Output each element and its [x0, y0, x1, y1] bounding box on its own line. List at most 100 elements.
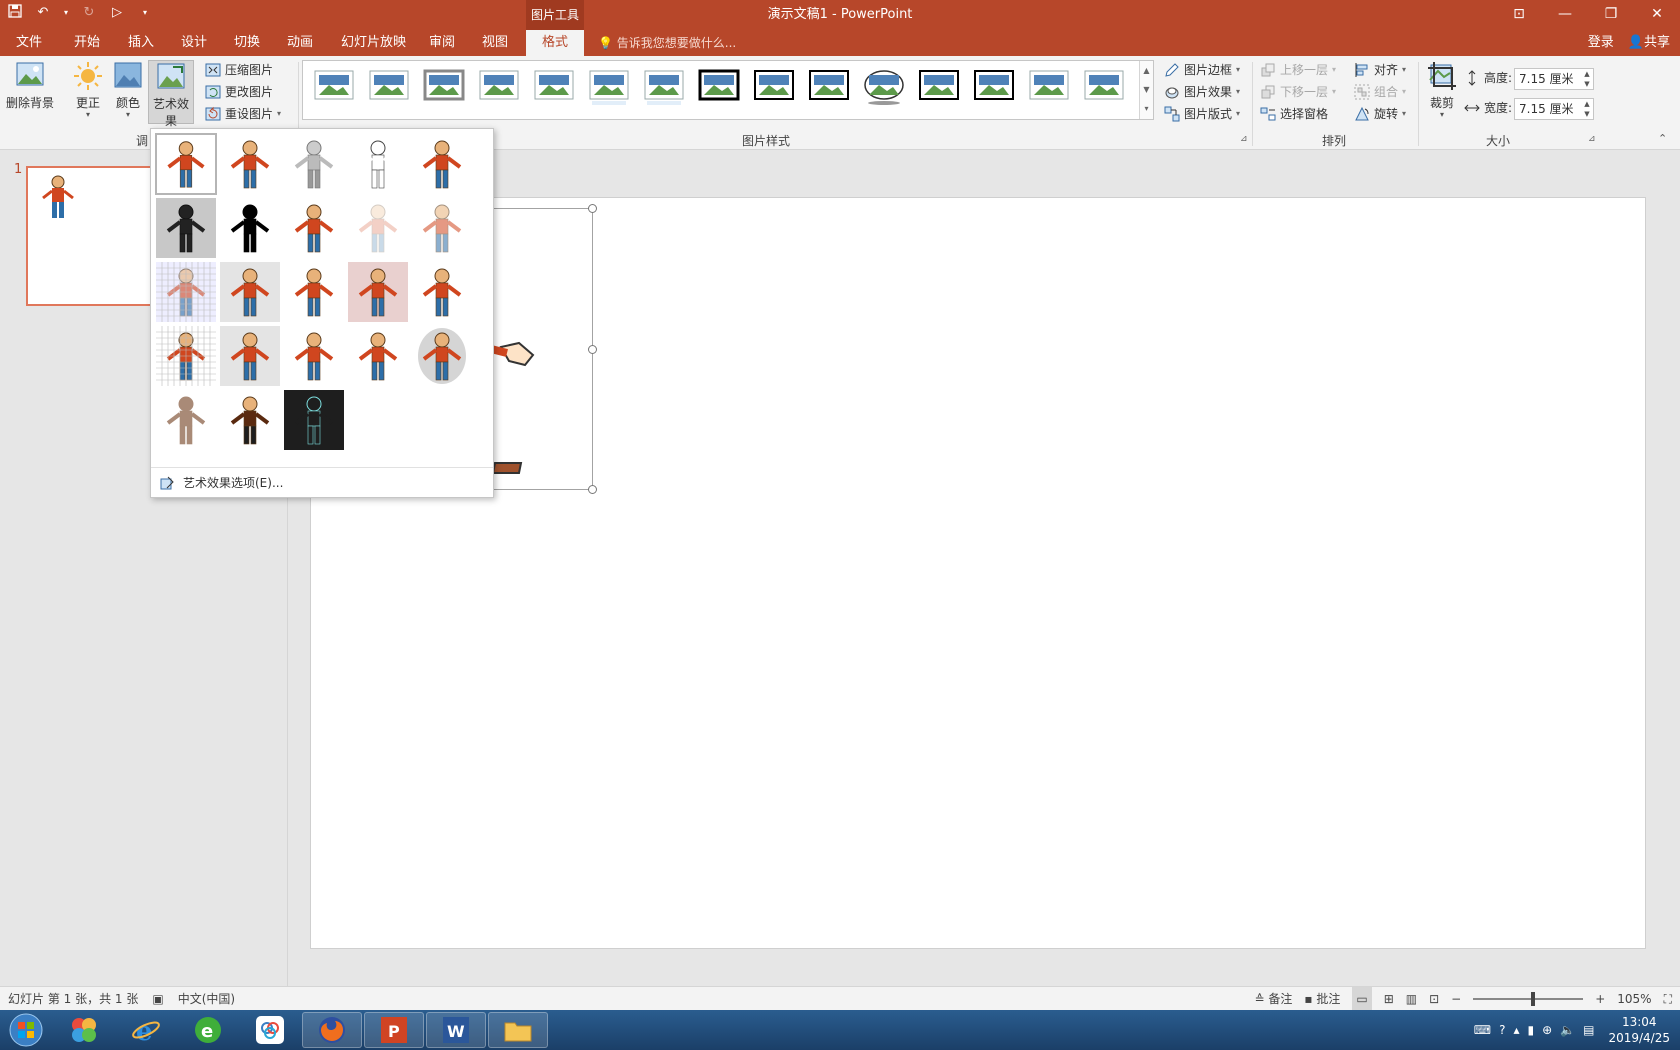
restore-button[interactable]: ❐ [1588, 0, 1634, 30]
artistic-effect-option[interactable] [411, 261, 473, 323]
artistic-effect-option[interactable] [155, 325, 217, 387]
taskbar-app-internet-explorer[interactable]: e [116, 1012, 176, 1048]
rotate-button[interactable]: 旋转 ▾ [1354, 104, 1406, 124]
start-from-beginning-icon[interactable]: ▷ [108, 4, 126, 22]
gallery-up-icon[interactable]: ▲ [1140, 61, 1153, 80]
picture-style-thumb[interactable] [641, 67, 687, 107]
tab-transitions[interactable]: 切换 [224, 30, 270, 56]
save-icon[interactable] [6, 4, 24, 22]
color-button[interactable]: 颜色 ▾ [108, 60, 148, 119]
picture-style-thumb[interactable] [476, 67, 522, 107]
artistic-effect-option[interactable] [155, 133, 217, 195]
artistic-effect-option[interactable] [411, 133, 473, 195]
start-button[interactable] [0, 1012, 52, 1048]
collapse-ribbon-icon[interactable]: ⌃ [1658, 132, 1667, 145]
group-button[interactable]: 组合 ▾ [1354, 82, 1406, 102]
tab-format[interactable]: 格式 [526, 30, 584, 56]
picture-style-thumb[interactable] [916, 67, 962, 107]
artistic-effect-option[interactable] [411, 325, 473, 387]
taskbar-app-pinwheel[interactable] [54, 1012, 114, 1048]
reset-picture-button[interactable]: 重设图片 ▾ [205, 104, 281, 124]
artistic-effects-button[interactable]: 艺术效果 ▾ [148, 60, 194, 137]
picture-style-thumb[interactable] [586, 67, 632, 107]
gallery-more-icon[interactable]: ▾ [1140, 99, 1153, 118]
height-field[interactable]: 7.15 厘米 ▲ ▼ [1514, 68, 1594, 90]
volume-icon[interactable]: 🔈 [1560, 1023, 1575, 1037]
sign-in-link[interactable]: 登录 [1588, 30, 1614, 56]
artistic-effect-option[interactable] [155, 389, 217, 451]
tab-file[interactable]: 文件 [6, 30, 52, 56]
picture-style-thumb[interactable] [806, 67, 852, 107]
tab-review[interactable]: 审阅 [419, 30, 465, 56]
battery-icon[interactable]: ▮ [1528, 1023, 1535, 1037]
network-icon[interactable]: ▤ [1583, 1023, 1594, 1037]
picture-style-thumb[interactable] [751, 67, 797, 107]
artistic-effect-option[interactable] [283, 261, 345, 323]
picture-style-thumb[interactable] [311, 67, 357, 107]
taskbar-app-cloud[interactable] [240, 1012, 300, 1048]
slideshow-icon[interactable]: ⊡ [1429, 987, 1439, 1011]
tab-animations[interactable]: 动画 [277, 30, 323, 56]
artistic-effect-option[interactable] [347, 325, 409, 387]
artistic-effect-option[interactable] [155, 197, 217, 259]
zoom-slider-knob[interactable] [1531, 992, 1536, 1006]
picture-border-button[interactable]: 图片边框 ▾ [1164, 60, 1240, 80]
slide-sorter-icon[interactable]: ⊞ [1384, 987, 1394, 1011]
share-button[interactable]: 👤共享 [1628, 30, 1670, 56]
tab-design[interactable]: 设计 [171, 30, 217, 56]
artistic-effect-option[interactable] [347, 261, 409, 323]
styles-dialog-launcher-icon[interactable]: ⊿ [1240, 134, 1248, 144]
artistic-effect-option[interactable] [283, 133, 345, 195]
zoom-level[interactable]: 105% [1617, 987, 1651, 1011]
change-picture-button[interactable]: 更改图片 [205, 82, 273, 102]
artistic-effect-option[interactable] [283, 325, 345, 387]
taskbar-app-browser-green[interactable]: e [178, 1012, 238, 1048]
tab-insert[interactable]: 插入 [118, 30, 164, 56]
notes-button[interactable]: ≙ 备注 [1254, 987, 1292, 1011]
width-spinner[interactable]: ▲ ▼ [1581, 99, 1593, 119]
bring-forward-button[interactable]: 上移一层 ▾ [1260, 60, 1336, 80]
picture-style-thumb[interactable] [1026, 67, 1072, 107]
artistic-effect-option[interactable] [283, 389, 345, 451]
picture-style-thumb[interactable] [531, 67, 577, 107]
clock[interactable]: 13:04 2019/4/25 [1608, 1014, 1670, 1046]
resize-handle[interactable] [588, 485, 597, 494]
corrections-button[interactable]: 更正 ▾ [68, 60, 108, 119]
taskbar-app-firefox[interactable] [302, 1012, 362, 1048]
zoom-in-button[interactable]: + [1595, 987, 1605, 1011]
customize-qat-icon[interactable]: ▾ [136, 4, 154, 22]
picture-style-thumb[interactable] [366, 67, 412, 107]
artistic-effect-option[interactable] [411, 197, 473, 259]
taskbar-app-powerpoint[interactable]: P [364, 1012, 424, 1048]
taskbar-app-word[interactable]: W [426, 1012, 486, 1048]
resize-handle[interactable] [588, 204, 597, 213]
gallery-down-icon[interactable]: ▼ [1140, 80, 1153, 99]
help-icon[interactable]: ? [1499, 1023, 1505, 1037]
resize-handle[interactable] [588, 345, 597, 354]
zoom-out-button[interactable]: − [1451, 987, 1461, 1011]
width-field[interactable]: 7.15 厘米 ▲ ▼ [1514, 98, 1594, 120]
notification-icon[interactable]: ⊕ [1542, 1023, 1552, 1037]
send-backward-button[interactable]: 下移一层 ▾ [1260, 82, 1336, 102]
close-button[interactable]: ✕ [1634, 0, 1680, 30]
artistic-effect-option[interactable] [347, 197, 409, 259]
tell-me-box[interactable]: 💡 告诉我您想要做什么... [598, 30, 736, 56]
language[interactable]: 中文(中国) [178, 987, 235, 1011]
fit-to-window-icon[interactable]: ⛶ [1664, 987, 1672, 1011]
artistic-effect-option[interactable] [219, 133, 281, 195]
tab-view[interactable]: 视图 [472, 30, 518, 56]
reading-view-icon[interactable]: ▥ [1406, 987, 1417, 1011]
picture-layout-button[interactable]: 图片版式 ▾ [1164, 104, 1240, 124]
artistic-effect-option[interactable] [283, 197, 345, 259]
tray-expand-icon[interactable]: ▴ [1513, 1023, 1519, 1037]
artistic-effect-option[interactable] [219, 389, 281, 451]
minimize-button[interactable]: — [1542, 0, 1588, 30]
tab-home[interactable]: 开始 [64, 30, 110, 56]
size-dialog-launcher-icon[interactable]: ⊿ [1588, 134, 1596, 144]
align-button[interactable]: 对齐 ▾ [1354, 60, 1406, 80]
crop-button[interactable]: 裁剪 ▾ [1424, 60, 1460, 119]
artistic-effect-option[interactable] [219, 261, 281, 323]
taskbar-app-explorer[interactable] [488, 1012, 548, 1048]
tab-slideshow[interactable]: 幻灯片放映 [331, 30, 416, 56]
compress-pictures-button[interactable]: 压缩图片 [205, 60, 273, 80]
